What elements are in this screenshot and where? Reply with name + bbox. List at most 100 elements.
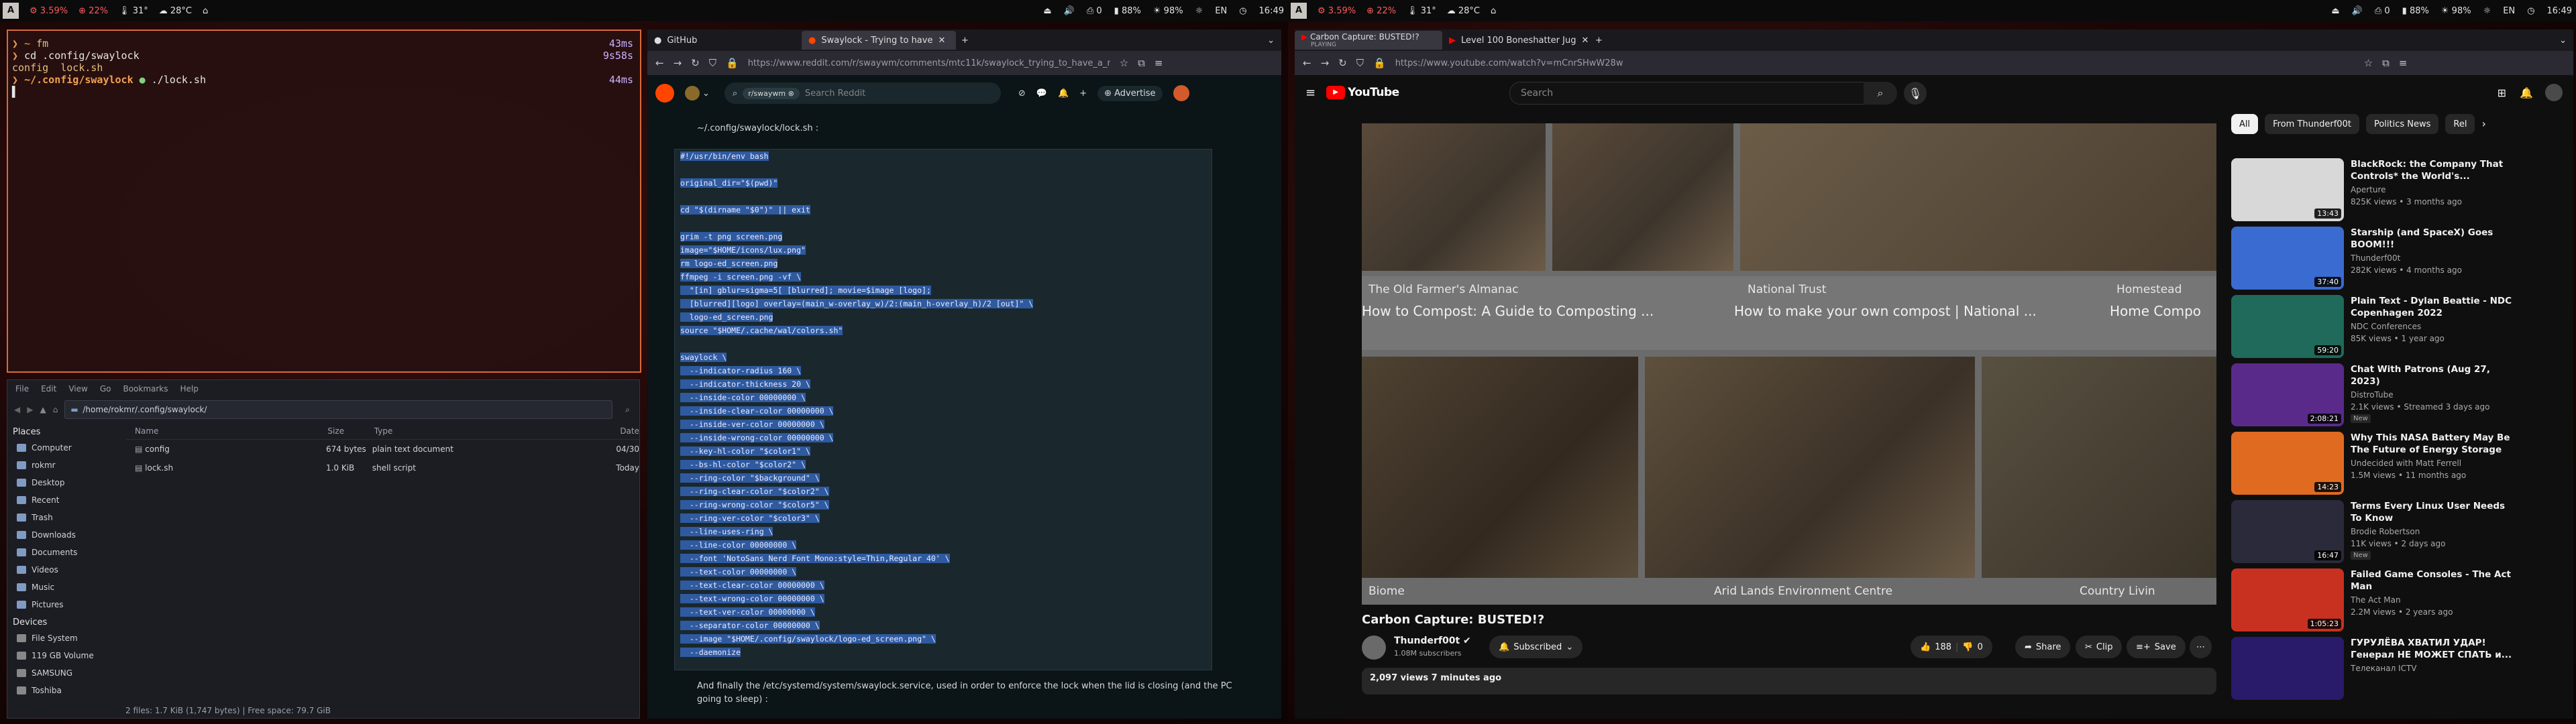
recommendation-item[interactable]: 37:40 Starship (and SpaceX) Goes BOOM!!! T… bbox=[2231, 224, 2526, 290]
mic-icon[interactable]: ⎙ 0 bbox=[1087, 6, 1102, 16]
recommendation-thumbnail[interactable]: 2:08:21 bbox=[2231, 363, 2344, 426]
file-row[interactable]: ▤ config 674 bytes plain text document 0… bbox=[125, 440, 639, 459]
reload-icon[interactable]: ↻ bbox=[1338, 57, 1347, 69]
tab-github[interactable]: ● GitHub bbox=[647, 31, 802, 50]
search-icon[interactable]: ⌕ bbox=[625, 405, 630, 415]
reddit-search[interactable]: ⌕ r/swaywm ⊗ Search Reddit bbox=[724, 82, 1001, 104]
like-button[interactable]: 👍 188 | 👎 0 bbox=[1911, 636, 1992, 658]
chevron-down-icon[interactable]: ⌄ bbox=[2559, 36, 2567, 46]
recommendation-channel[interactable]: The Act Man bbox=[2351, 595, 2401, 605]
tab-youtube-playing[interactable]: ▶ Carbon Capture: BUSTED!? PLAYING bbox=[1295, 31, 1442, 50]
menu-go[interactable]: Go bbox=[100, 384, 111, 394]
recommendation-channel[interactable]: Thunderf00t bbox=[2351, 253, 2400, 263]
keyboard-layout[interactable]: EN bbox=[2503, 6, 2515, 16]
path-bar[interactable]: ▬ /home/rokmr/.config/swaylock/ bbox=[64, 400, 612, 419]
code-block[interactable]: #!/usr/bin/env bash original_dir="$(pwd)"… bbox=[674, 149, 1212, 670]
share-button[interactable]: ➦ Share bbox=[2015, 636, 2071, 658]
avatar[interactable] bbox=[2545, 84, 2563, 101]
recommendation-item[interactable]: 59:20 Plain Text - Dylan Beattie - NDC Co… bbox=[2231, 292, 2526, 358]
home-icon-right[interactable]: ⌂ bbox=[1491, 6, 1496, 16]
volume-icon[interactable]: 🔊 bbox=[1064, 6, 1075, 16]
column-size[interactable]: Size bbox=[327, 426, 374, 436]
bookmark-star-icon[interactable]: ☆ bbox=[2364, 57, 2373, 69]
recommendation-item[interactable]: 13:43 BlackRock: the Company That Control… bbox=[2231, 156, 2526, 221]
recommendation-channel[interactable]: DistroTube bbox=[2351, 390, 2394, 400]
new-tab-icon[interactable]: + bbox=[1595, 36, 1603, 46]
recommendation-channel[interactable]: Телеканал ICTV bbox=[2351, 664, 2417, 673]
channel-avatar[interactable] bbox=[1362, 636, 1386, 660]
recommendation-channel[interactable]: Aperture bbox=[2351, 185, 2386, 194]
recommendation-channel[interactable]: Undecided with Matt Ferrell bbox=[2351, 459, 2461, 468]
column-name[interactable]: Name bbox=[125, 426, 327, 436]
keyboard-layout[interactable]: EN bbox=[1215, 6, 1227, 16]
user-avatar[interactable] bbox=[1173, 85, 1189, 101]
sidebar-item-music[interactable]: Music bbox=[7, 579, 123, 596]
recommendation-item[interactable]: 16:47 Terms Every Linux User Needs To Kno… bbox=[2231, 497, 2526, 563]
extensions-icon[interactable]: ⧉ bbox=[2382, 57, 2390, 69]
recommendation-title[interactable]: Failed Game Consoles - The Act Man bbox=[2351, 568, 2518, 593]
recommendation-item[interactable]: 14:23 Why This NASA Battery May Be The Fu… bbox=[2231, 429, 2526, 495]
wifi-icon[interactable]: ⏏ bbox=[1043, 6, 1051, 16]
recommendation-thumbnail[interactable] bbox=[2231, 637, 2344, 700]
browser-window-reddit[interactable]: ● GitHub ● Swaylock - Trying to have ✕ +… bbox=[647, 29, 1281, 719]
chat-icon[interactable]: 💬 bbox=[1036, 88, 1047, 99]
avatar[interactable] bbox=[685, 86, 700, 101]
workspace-indicator-right[interactable]: A bbox=[1291, 3, 1307, 19]
back-icon[interactable]: ← bbox=[1303, 57, 1311, 69]
menu-icon[interactable]: ≡ bbox=[1155, 57, 1163, 69]
home-icon[interactable]: ⌂ bbox=[203, 6, 208, 16]
url-field[interactable]: https://www.reddit.com/r/swaywm/comments… bbox=[748, 58, 1110, 68]
close-icon[interactable]: ✕ bbox=[938, 36, 945, 46]
file-row[interactable]: ▤ lock.sh 1.0 KiB shell script Today bbox=[125, 459, 639, 477]
sidebar-item-videos[interactable]: Videos bbox=[7, 561, 123, 579]
sidebar-item-desktop[interactable]: Desktop bbox=[7, 474, 123, 491]
sidebar-item-documents[interactable]: Documents bbox=[7, 544, 123, 561]
chip-from-channel[interactable]: From Thunderf00t bbox=[2265, 114, 2359, 134]
sidebar-item-trash[interactable]: Trash bbox=[7, 509, 123, 526]
menu-edit[interactable]: Edit bbox=[41, 384, 56, 394]
sidebar-item-filesystem[interactable]: File System bbox=[7, 629, 123, 647]
tab-reddit[interactable]: ● Swaylock - Trying to have ✕ bbox=[802, 31, 956, 50]
reddit-logo-icon[interactable] bbox=[655, 84, 674, 103]
notification-bell-icon[interactable]: 🔔 bbox=[2520, 86, 2533, 99]
back-icon[interactable]: ◀ bbox=[14, 405, 20, 414]
create-video-icon[interactable]: ⊞ bbox=[2498, 86, 2506, 99]
menu-help[interactable]: Help bbox=[180, 384, 199, 394]
sidebar-item-home[interactable]: rokmr bbox=[7, 457, 123, 474]
recommendation-item[interactable]: 1:05:23 Failed Game Consoles - The Act Ma… bbox=[2231, 566, 2526, 631]
wifi-icon[interactable]: ⏏ bbox=[2331, 6, 2339, 16]
clip-button[interactable]: ✂ Clip bbox=[2076, 636, 2123, 658]
terminal-window[interactable]: ❯ ~ fm ❯ cd .config/swaylock config lock… bbox=[7, 29, 641, 373]
notification-icon[interactable]: 🔔 bbox=[1058, 88, 1069, 99]
create-icon[interactable]: + bbox=[1079, 88, 1087, 99]
voice-search-button[interactable]: 🎙 bbox=[1904, 82, 1927, 105]
file-manager-window[interactable]: File Edit View Go Bookmarks Help ◀ ▶ ▲ ⌂… bbox=[7, 379, 640, 719]
recommendation-thumbnail[interactable]: 13:43 bbox=[2231, 158, 2344, 221]
chevron-down-icon[interactable]: ⌄ bbox=[1267, 36, 1275, 46]
chip-related[interactable]: Rel bbox=[2445, 114, 2475, 134]
recommendation-item[interactable]: 2:08:21 Chat With Patrons (Aug 27, 2023) D… bbox=[2231, 361, 2526, 426]
extensions-icon[interactable]: ⧉ bbox=[1138, 57, 1145, 69]
search-input[interactable]: Search bbox=[1509, 82, 1876, 105]
hamburger-menu-icon[interactable]: ≡ bbox=[1305, 86, 1316, 100]
save-button[interactable]: ≡+ Save bbox=[2127, 636, 2186, 658]
back-icon[interactable]: ← bbox=[655, 57, 664, 69]
sidebar-item-computer[interactable]: Computer bbox=[7, 439, 123, 457]
new-tab-icon[interactable]: + bbox=[961, 36, 969, 46]
bookmark-star-icon[interactable]: ☆ bbox=[1120, 57, 1128, 69]
menu-view[interactable]: View bbox=[68, 384, 87, 394]
description-box[interactable]: 2,097 views 7 minutes ago bbox=[1362, 668, 2216, 695]
shield-icon[interactable]: ⛉ bbox=[1356, 57, 1364, 69]
up-icon[interactable]: ▲ bbox=[40, 405, 46, 414]
recommendation-item[interactable]: ГУРУЛЁВА ХВАТИЛ УДАР! Генерал НЕ МОЖЕТ С… bbox=[2231, 634, 2526, 700]
recommendation-channel[interactable]: Brodie Robertson bbox=[2351, 527, 2420, 536]
youtube-logo[interactable]: ▶ YouTube bbox=[1326, 86, 1399, 99]
recommendation-title[interactable]: Chat With Patrons (Aug 27, 2023) bbox=[2351, 363, 2518, 387]
menu-file[interactable]: File bbox=[15, 384, 29, 394]
column-date[interactable]: Date bbox=[620, 426, 639, 436]
column-type[interactable]: Type bbox=[374, 426, 621, 436]
forward-icon[interactable]: ▶ bbox=[27, 405, 33, 414]
recommendation-title[interactable]: Terms Every Linux User Needs To Know bbox=[2351, 500, 2518, 524]
sidebar-item-volume[interactable]: 119 GB Volume bbox=[7, 647, 123, 664]
browser-window-youtube[interactable]: ▶ Carbon Capture: BUSTED!? PLAYING ▶ Lev… bbox=[1295, 29, 2573, 719]
